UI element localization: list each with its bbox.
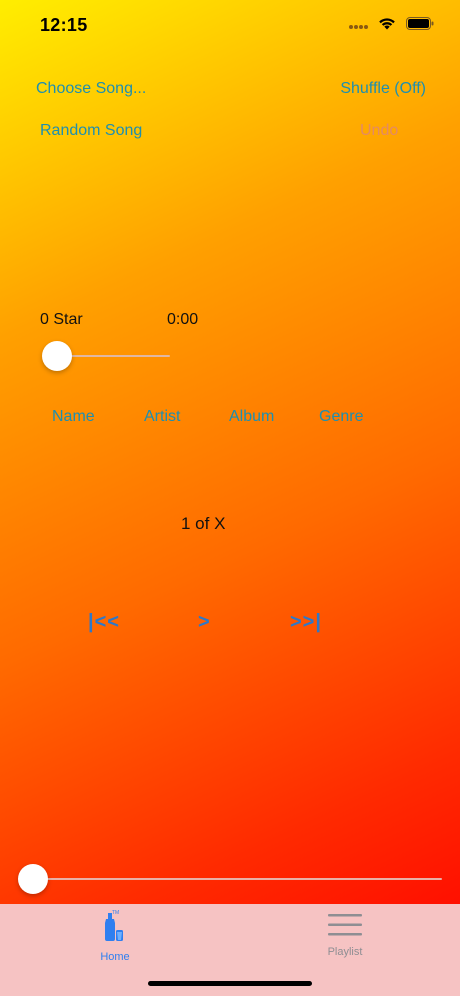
tab-home[interactable]: TM Home <box>0 904 230 964</box>
status-time: 12:15 <box>40 15 88 35</box>
list-icon <box>327 913 363 942</box>
rating-slider-thumb[interactable] <box>42 341 72 371</box>
cellular-signal-icon <box>348 17 368 35</box>
position-slider-thumb[interactable] <box>18 864 48 894</box>
elapsed-time-label: 0:00 <box>167 311 199 328</box>
choose-song-button[interactable]: Choose Song... <box>36 80 146 98</box>
wifi-icon <box>378 17 396 35</box>
song-counter: 1 of X <box>181 514 226 533</box>
tab-playlist[interactable]: Playlist <box>230 904 460 964</box>
rating-label: 0 Star <box>40 311 83 328</box>
album-button[interactable]: Album <box>229 408 274 426</box>
status-icons <box>348 17 434 35</box>
genre-button[interactable]: Genre <box>319 408 363 426</box>
undo-button[interactable]: Undo <box>360 122 398 140</box>
random-song-button[interactable]: Random Song <box>40 122 142 140</box>
artist-button[interactable]: Artist <box>144 408 180 426</box>
svg-text:TM: TM <box>112 910 119 916</box>
shuffle-button[interactable]: Shuffle (Off) <box>340 80 426 98</box>
position-slider[interactable] <box>16 861 444 897</box>
tab-playlist-label: Playlist <box>327 946 363 958</box>
rating-slider[interactable] <box>40 338 170 374</box>
tab-home-label: Home <box>100 951 130 963</box>
battery-icon <box>406 17 434 35</box>
play-button[interactable]: > <box>198 611 211 634</box>
previous-button[interactable]: |<< <box>88 611 120 634</box>
home-indicator <box>148 981 312 986</box>
position-slider-track <box>20 878 442 880</box>
next-button[interactable]: >>| <box>290 611 322 634</box>
name-button[interactable]: Name <box>52 408 95 426</box>
bottle-icon: TM <box>100 908 130 947</box>
